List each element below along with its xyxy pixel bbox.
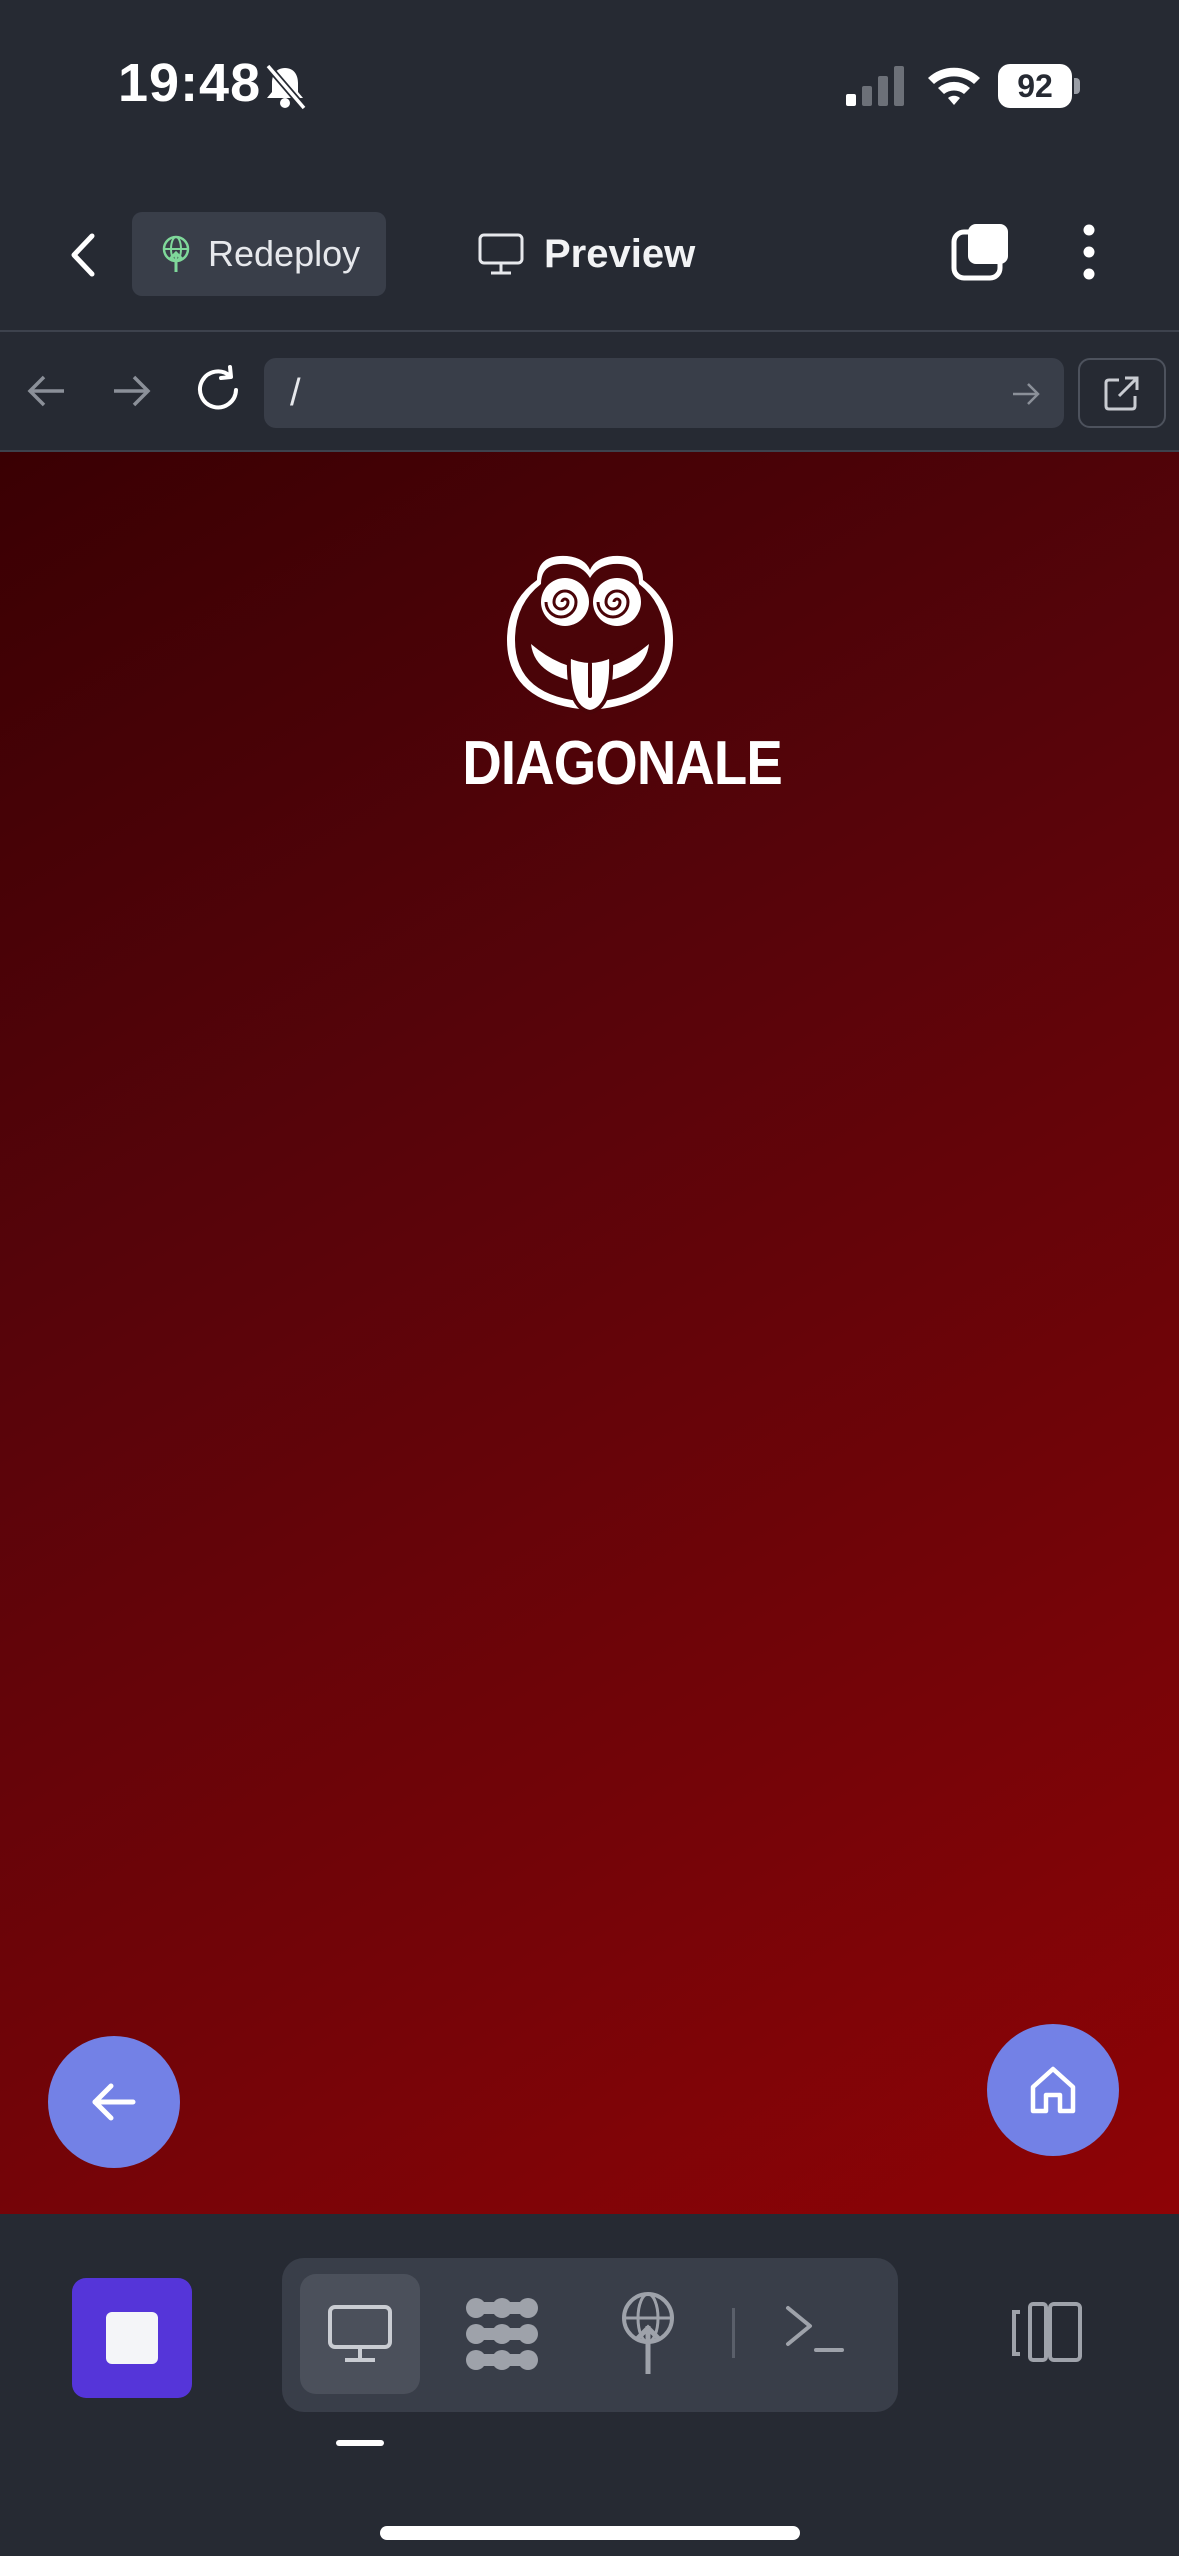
redeploy-button[interactable]: Redeploy <box>132 212 386 296</box>
bottom-toolbar <box>0 2214 1179 2556</box>
home-indicator <box>380 2526 800 2540</box>
reload-icon[interactable] <box>192 364 244 416</box>
tool-switcher <box>282 2258 898 2412</box>
diagonale-logo: DIAGONALE <box>445 544 783 798</box>
cellular-signal-icon <box>846 66 904 106</box>
more-vertical-icon[interactable] <box>1076 220 1102 284</box>
deploy-globe-icon[interactable] <box>616 2290 680 2376</box>
back-chevron-icon[interactable] <box>60 230 110 280</box>
arrow-left-icon <box>92 2083 136 2121</box>
status-bar: 19:48 92 <box>0 0 1179 170</box>
preview-tab[interactable]: Preview <box>478 212 695 296</box>
fab-back-button[interactable] <box>48 2036 180 2168</box>
home-icon <box>1030 2066 1076 2114</box>
preview-label: Preview <box>544 231 696 276</box>
bell-slash-icon <box>265 63 307 110</box>
open-external-button[interactable] <box>1078 358 1166 428</box>
app-header: Redeploy Preview <box>0 200 1179 330</box>
terminal-icon[interactable] <box>782 2298 846 2362</box>
arrow-left-icon[interactable] <box>24 368 70 414</box>
external-link-icon <box>1104 376 1139 411</box>
preview-viewport: DIAGONALE <box>0 452 1179 2214</box>
status-time: 19:48 <box>118 53 262 113</box>
stop-icon <box>106 2312 158 2364</box>
redeploy-label: Redeploy <box>208 233 361 274</box>
panel-toggle-icon[interactable] <box>1010 2298 1084 2364</box>
deploy-globe-icon <box>162 235 190 272</box>
browser-bar: / <box>0 330 1179 452</box>
arrow-right-icon[interactable] <box>108 368 154 414</box>
stop-button[interactable] <box>72 2278 192 2398</box>
tool-desktop-button[interactable] <box>300 2274 420 2394</box>
fab-home-button[interactable] <box>987 2024 1119 2156</box>
active-tool-indicator <box>336 2440 384 2446</box>
tabs-icon[interactable] <box>950 220 1014 284</box>
monitor-icon <box>478 233 524 275</box>
go-arrow-icon[interactable] <box>1010 378 1042 410</box>
wifi-icon <box>928 67 980 105</box>
url-value: / <box>290 372 301 414</box>
cluster-icon[interactable] <box>462 2294 542 2374</box>
battery-level: 92 <box>998 64 1072 108</box>
battery-icon: 92 <box>998 64 1080 110</box>
tool-divider <box>732 2308 735 2358</box>
logo-wordmark: DIAGONALE <box>462 729 782 798</box>
desktop-icon <box>328 2305 392 2362</box>
url-input[interactable]: / <box>264 358 1064 428</box>
grinning-face-logo-icon <box>507 555 673 715</box>
